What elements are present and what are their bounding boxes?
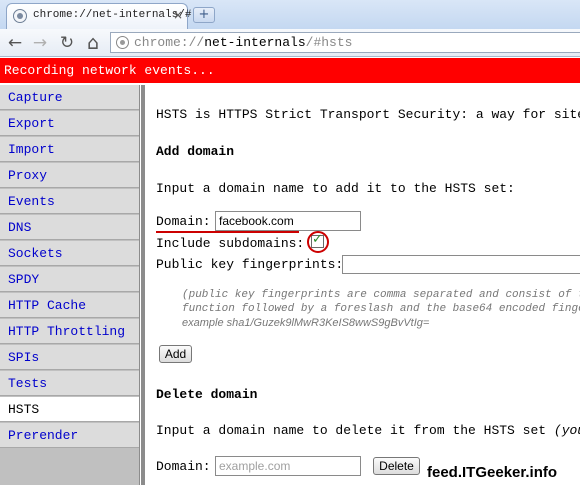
page-info-icon[interactable]: [116, 36, 129, 49]
page-favicon-icon: [13, 9, 27, 23]
back-arrow-icon[interactable]: ←: [5, 33, 25, 53]
fingerprints-label: Public key fingerprints:: [156, 257, 344, 272]
hsts-intro: HSTS is HTTPS Strict Transport Security:…: [156, 107, 580, 122]
sidebar-item-events[interactable]: Events: [0, 189, 139, 214]
sidebar-item-spis[interactable]: SPIs: [0, 345, 139, 370]
add-domain-input[interactable]: facebook.com: [215, 211, 361, 231]
sidebar-item-tests[interactable]: Tests: [0, 371, 139, 396]
sidebar: Capture Export Import Proxy Events DNS S…: [0, 85, 140, 485]
add-domain-label: Domain:: [156, 214, 211, 229]
tab-strip: chrome://net-internals/# × +: [0, 0, 580, 29]
delete-instruction-suffix: (you c: [553, 423, 580, 438]
url-scheme: chrome://: [134, 35, 205, 50]
fingerprints-note-line-3: example sha1/Guzek9lMwR3KeIS8wwS9gBvVtIg…: [182, 317, 430, 329]
tab-title: chrome://net-internals/#: [33, 9, 192, 21]
sidebar-item-proxy[interactable]: Proxy: [0, 163, 139, 188]
sidebar-item-http-cache[interactable]: HTTP Cache: [0, 293, 139, 318]
delete-button[interactable]: Delete: [373, 457, 420, 475]
sidebar-item-http-throttling[interactable]: HTTP Throttling: [0, 319, 139, 344]
tab-close-icon[interactable]: ×: [173, 8, 183, 22]
sidebar-item-spdy[interactable]: SPDY: [0, 267, 139, 292]
add-domain-instruction: Input a domain name to add it to the HST…: [156, 181, 515, 196]
delete-instruction-text: Input a domain name to delete it from th…: [156, 423, 547, 438]
tab-net-internals[interactable]: chrome://net-internals/# ×: [6, 3, 192, 29]
fingerprints-input[interactable]: [342, 255, 580, 274]
fingerprints-note-line-1: (public key fingerprints are comma separ…: [182, 289, 580, 301]
sidebar-item-hsts[interactable]: HSTS: [0, 397, 139, 422]
browser-toolbar: ← → ↻ ⌂ chrome://net-internals/#hsts: [0, 29, 580, 57]
sidebar-item-prerender[interactable]: Prerender: [0, 423, 139, 448]
annotation-circle: [307, 231, 329, 253]
sidebar-item-export[interactable]: Export: [0, 111, 139, 136]
delete-domain-heading: Delete domain: [156, 387, 258, 402]
sidebar-item-import[interactable]: Import: [0, 137, 139, 162]
include-subdomains-label: Include subdomains:: [156, 236, 305, 251]
status-bar: Recording network events...: [0, 58, 580, 83]
home-icon[interactable]: ⌂: [83, 33, 103, 53]
add-button[interactable]: Add: [159, 345, 192, 363]
sidebar-item-sockets[interactable]: Sockets: [0, 241, 139, 266]
delete-domain-input[interactable]: example.com: [215, 456, 361, 476]
delete-domain-instruction: Input a domain name to delete it from th…: [156, 423, 580, 438]
watermark: feed.ITGeeker.info: [425, 463, 560, 482]
new-tab-button[interactable]: +: [193, 7, 215, 23]
forward-arrow-icon[interactable]: →: [30, 33, 50, 53]
url-path: /#hsts: [305, 35, 353, 50]
sidebar-item-capture[interactable]: Capture: [0, 85, 139, 110]
address-url[interactable]: chrome://net-internals/#hsts: [134, 35, 352, 50]
hsts-panel: HSTS is HTTPS Strict Transport Security:…: [141, 85, 580, 485]
reload-icon[interactable]: ↻: [57, 33, 77, 53]
annotation-underline: [156, 231, 299, 233]
address-bar[interactable]: chrome://net-internals/#hsts: [110, 32, 580, 53]
fingerprints-note-line-2: function followed by a foreslash and the…: [182, 303, 580, 315]
url-host: net-internals: [204, 35, 306, 50]
delete-domain-label: Domain:: [156, 459, 211, 474]
add-domain-heading: Add domain: [156, 144, 235, 159]
sidebar-item-dns[interactable]: DNS: [0, 215, 139, 240]
